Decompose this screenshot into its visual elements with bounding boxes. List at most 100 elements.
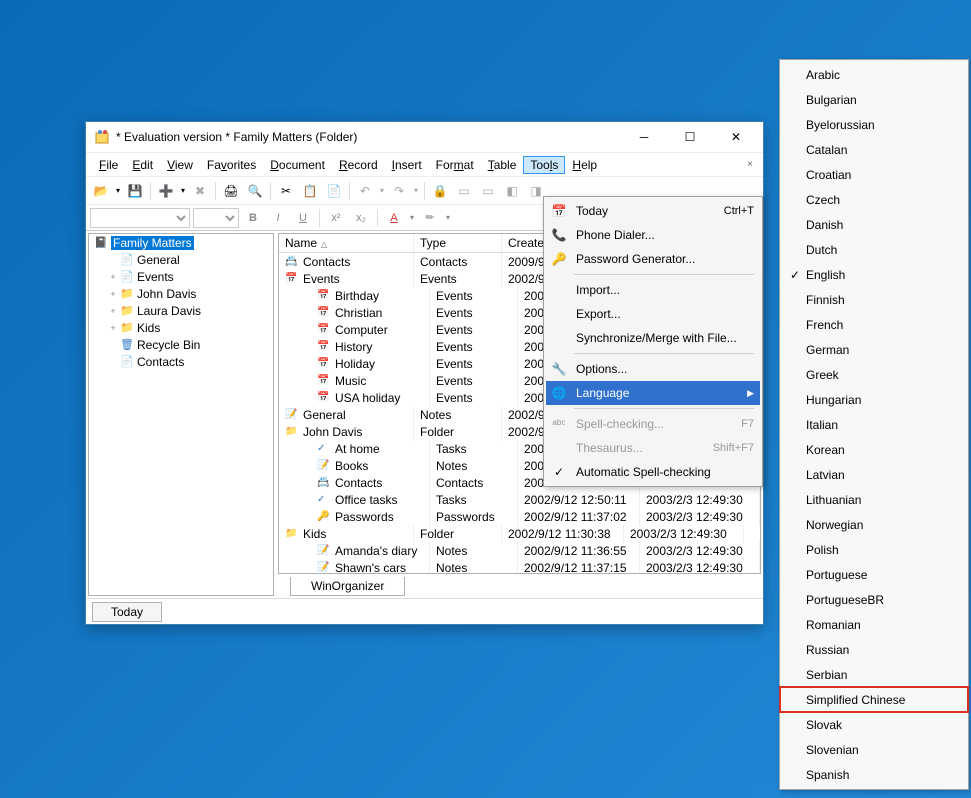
language-item[interactable]: Hungarian: [780, 387, 968, 412]
close-button[interactable]: ✕: [713, 123, 759, 151]
print-button[interactable]: 🖨: [220, 180, 242, 202]
tools-menu-item[interactable]: ✓Automatic Spell-checking: [546, 460, 760, 484]
tools-menu-item[interactable]: 🔧Options...: [546, 357, 760, 381]
language-item[interactable]: Romanian: [780, 612, 968, 637]
view-button-2[interactable]: ▭: [477, 180, 499, 202]
today-status-button[interactable]: Today: [92, 602, 162, 622]
copy-button[interactable]: 📋: [299, 180, 321, 202]
new-item-button[interactable]: ➕: [155, 180, 177, 202]
menu-favorites[interactable]: Favorites: [200, 156, 263, 174]
font-color-button[interactable]: A: [383, 208, 405, 228]
preview-button[interactable]: 🔍: [244, 180, 266, 202]
bold-button[interactable]: B: [242, 208, 264, 228]
language-item[interactable]: German: [780, 337, 968, 362]
language-item[interactable]: Catalan: [780, 137, 968, 162]
language-item[interactable]: Finnish: [780, 287, 968, 312]
view-button-1[interactable]: ▭: [453, 180, 475, 202]
undo-button[interactable]: ↶: [354, 180, 376, 202]
language-item[interactable]: Russian: [780, 637, 968, 662]
tools-menu-item[interactable]: Synchronize/Merge with File...: [546, 326, 760, 350]
minimize-button[interactable]: ─: [621, 123, 667, 151]
menu-file[interactable]: File: [92, 156, 125, 174]
language-item[interactable]: Polish: [780, 537, 968, 562]
tools-menu-item[interactable]: 📞Phone Dialer...: [546, 223, 760, 247]
language-item[interactable]: Korean: [780, 437, 968, 462]
language-item[interactable]: Slovenian: [780, 737, 968, 762]
language-item[interactable]: Bulgarian: [780, 87, 968, 112]
font-color-dropdown[interactable]: ▾: [408, 208, 416, 228]
underline-button[interactable]: U: [292, 208, 314, 228]
language-item[interactable]: Spanish: [780, 762, 968, 787]
menu-insert[interactable]: Insert: [385, 156, 429, 174]
language-item[interactable]: Italian: [780, 412, 968, 437]
language-item[interactable]: PortugueseBR: [780, 587, 968, 612]
view-button-3[interactable]: ◧: [501, 180, 523, 202]
list-row[interactable]: 📁KidsFolder2002/9/12 11:30:382003/2/3 12…: [279, 525, 760, 542]
language-item[interactable]: Czech: [780, 187, 968, 212]
tree-item[interactable]: 📄General: [89, 251, 273, 268]
tree-item[interactable]: 📄Contacts: [89, 353, 273, 370]
tools-menu-item[interactable]: Import...: [546, 278, 760, 302]
titlebar[interactable]: * Evaluation version * Family Matters (F…: [86, 122, 763, 152]
tools-menu-item[interactable]: Export...: [546, 302, 760, 326]
language-item[interactable]: Arabic: [780, 62, 968, 87]
delete-button[interactable]: ✖: [189, 180, 211, 202]
highlight-button[interactable]: ✏: [419, 208, 441, 228]
folder-tree[interactable]: 📓Family Matters📄General+📄Events+📁John Da…: [88, 233, 274, 596]
language-item[interactable]: Portuguese: [780, 562, 968, 587]
language-item[interactable]: Danish: [780, 212, 968, 237]
redo-dropdown[interactable]: ▾: [412, 180, 420, 202]
menubar-close-button[interactable]: ×: [743, 159, 757, 170]
list-row[interactable]: 📝Shawn's carsNotes2002/9/12 11:37:152003…: [279, 559, 760, 574]
open-button[interactable]: 📂: [90, 180, 112, 202]
menu-format[interactable]: Format: [429, 156, 481, 174]
tools-menu-item[interactable]: 🔑Password Generator...: [546, 247, 760, 271]
list-row[interactable]: 🔑PasswordsPasswords2002/9/12 11:37:02200…: [279, 508, 760, 525]
tools-menu-item[interactable]: 📅TodayCtrl+T: [546, 199, 760, 223]
language-item[interactable]: ✓English: [780, 262, 968, 287]
new-dropdown[interactable]: ▾: [179, 180, 187, 202]
italic-button[interactable]: I: [267, 208, 289, 228]
superscript-button[interactable]: x²: [325, 208, 347, 228]
menu-tools[interactable]: Tools: [523, 156, 565, 174]
language-item[interactable]: Croatian: [780, 162, 968, 187]
subscript-button[interactable]: x₂: [350, 208, 372, 228]
font-family-combo[interactable]: [90, 208, 190, 228]
tree-item[interactable]: +📁John Davis: [89, 285, 273, 302]
menu-edit[interactable]: Edit: [125, 156, 160, 174]
language-item[interactable]: Slovak: [780, 712, 968, 737]
language-item[interactable]: Greek: [780, 362, 968, 387]
tree-root[interactable]: 📓Family Matters: [89, 234, 273, 251]
language-item[interactable]: Simplified Chinese: [780, 687, 968, 712]
font-size-combo[interactable]: [193, 208, 239, 228]
tools-menu-item[interactable]: 🌐Language▶: [546, 381, 760, 405]
language-item[interactable]: Byelorussian: [780, 112, 968, 137]
lock-button[interactable]: 🔒: [429, 180, 451, 202]
tree-item[interactable]: 🗑Recycle Bin: [89, 336, 273, 353]
language-item[interactable]: French: [780, 312, 968, 337]
language-item[interactable]: Dutch: [780, 237, 968, 262]
menu-document[interactable]: Document: [263, 156, 332, 174]
language-item[interactable]: Serbian: [780, 662, 968, 687]
tab-winorganizer[interactable]: WinOrganizer: [290, 577, 405, 596]
language-item[interactable]: Lithuanian: [780, 487, 968, 512]
save-button[interactable]: 💾: [124, 180, 146, 202]
undo-dropdown[interactable]: ▾: [378, 180, 386, 202]
list-row[interactable]: ✓Office tasksTasks2002/9/12 12:50:112003…: [279, 491, 760, 508]
menu-record[interactable]: Record: [332, 156, 385, 174]
cut-button[interactable]: ✂: [275, 180, 297, 202]
menu-table[interactable]: Table: [481, 156, 524, 174]
tree-item[interactable]: +📁Kids: [89, 319, 273, 336]
open-dropdown[interactable]: ▾: [114, 180, 122, 202]
menu-view[interactable]: View: [160, 156, 200, 174]
redo-button[interactable]: ↷: [388, 180, 410, 202]
list-row[interactable]: 📝Amanda's diaryNotes2002/9/12 11:36:5520…: [279, 542, 760, 559]
language-item[interactable]: Norwegian: [780, 512, 968, 537]
tools-menu-item[interactable]: ᵃᵇᶜSpell-checking...F7: [546, 412, 760, 436]
tree-item[interactable]: +📁Laura Davis: [89, 302, 273, 319]
paste-button[interactable]: 📄: [323, 180, 345, 202]
highlight-dropdown[interactable]: ▾: [444, 208, 452, 228]
tools-menu-item[interactable]: Thesaurus...Shift+F7: [546, 436, 760, 460]
tree-item[interactable]: +📄Events: [89, 268, 273, 285]
maximize-button[interactable]: ☐: [667, 123, 713, 151]
